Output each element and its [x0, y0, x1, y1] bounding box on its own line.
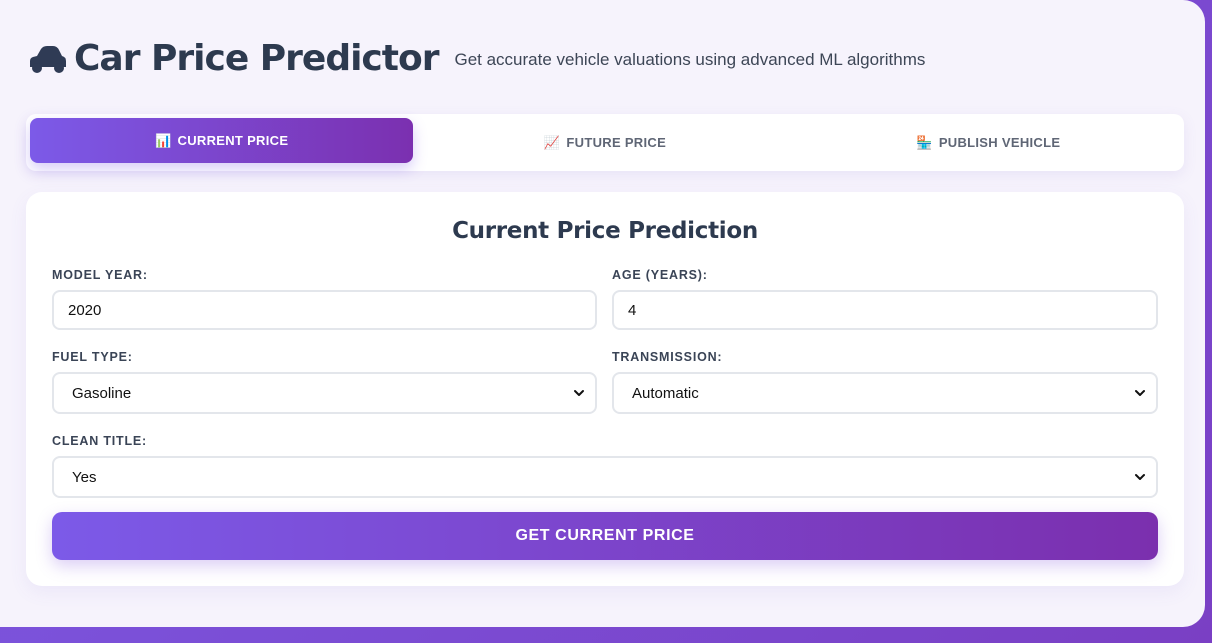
chevron-down-icon	[1135, 474, 1145, 480]
chevron-down-icon	[1135, 390, 1145, 396]
clean-title-label: CLEAN TITLE:	[52, 434, 148, 448]
fuel-type-value: Gasoline	[72, 384, 132, 402]
store-icon: 🏪	[916, 134, 933, 150]
page-title: Car Price Predictor	[74, 37, 439, 79]
tab-current-price[interactable]: 📊 CURRENT PRICE	[30, 118, 414, 163]
chart-icon: 📊	[155, 132, 172, 148]
chevron-down-icon	[574, 390, 584, 396]
clean-title-value: Yes	[72, 468, 97, 486]
fuel-type-label: FUEL TYPE:	[52, 350, 133, 364]
get-current-price-button[interactable]: GET CURRENT PRICE	[52, 512, 1158, 560]
fuel-type-group: FUEL TYPE: Gasoline	[52, 350, 597, 414]
tab-label: PUBLISH VEHICLE	[938, 135, 1061, 150]
transmission-group: TRANSMISSION: Automatic	[612, 350, 1158, 414]
transmission-value: Automatic	[632, 384, 699, 402]
app-window: Car Price Predictor Get accurate vehicle…	[0, 0, 1205, 627]
model-year-label: MODEL YEAR:	[52, 268, 148, 282]
age-input[interactable]: 4	[612, 290, 1158, 330]
model-year-group: MODEL YEAR: 2020	[52, 268, 597, 330]
tab-bar: 📊 CURRENT PRICE 📈 FUTURE PRICE 🏪 PUBLISH…	[26, 114, 1184, 171]
trend-up-icon: 📈	[543, 134, 561, 150]
clean-title-group: CLEAN TITLE: Yes	[52, 434, 1158, 498]
transmission-label: TRANSMISSION:	[612, 350, 723, 364]
car-icon	[30, 46, 66, 73]
age-label: AGE (YEARS):	[612, 268, 708, 282]
age-value: 4	[628, 301, 637, 319]
model-year-input[interactable]: 2020	[52, 290, 597, 330]
transmission-select[interactable]: Automatic	[612, 372, 1158, 414]
clean-title-select[interactable]: Yes	[52, 456, 1158, 498]
page-header: Car Price Predictor Get accurate vehicle…	[26, 34, 925, 82]
prediction-panel: Current Price Prediction MODEL YEAR: 202…	[26, 192, 1184, 586]
age-group: AGE (YEARS): 4	[612, 268, 1158, 330]
tab-label: CURRENT PRICE	[177, 133, 289, 148]
tab-future-price[interactable]: 📈 FUTURE PRICE	[413, 118, 796, 167]
tab-publish-vehicle[interactable]: 🏪 PUBLISH VEHICLE	[797, 118, 1180, 167]
fuel-type-select[interactable]: Gasoline	[52, 372, 597, 414]
panel-title: Current Price Prediction	[452, 218, 758, 244]
page-subtitle: Get accurate vehicle valuations using ad…	[454, 50, 926, 69]
model-year-value: 2020	[68, 301, 102, 319]
tab-label: FUTURE PRICE	[566, 135, 667, 150]
